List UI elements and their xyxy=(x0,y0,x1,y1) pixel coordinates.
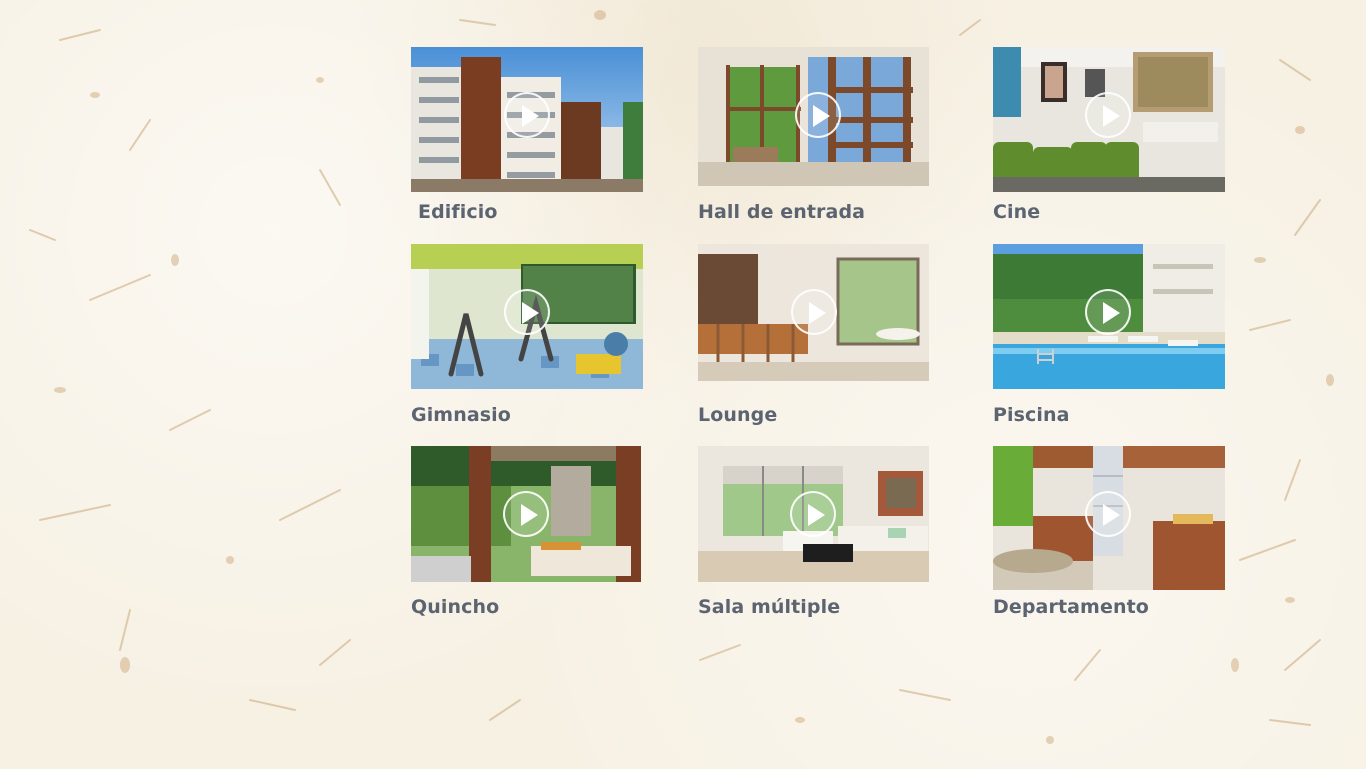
caption-edificio: Edificio xyxy=(418,201,498,223)
play-icon[interactable] xyxy=(504,289,550,335)
play-icon[interactable] xyxy=(1085,92,1131,138)
video-tile-lounge[interactable]: Lounge xyxy=(698,244,930,426)
play-icon[interactable] xyxy=(503,491,549,537)
play-icon[interactable] xyxy=(504,92,550,138)
caption-departamento: Departamento xyxy=(993,596,1149,618)
thumbnail-sala-multiple[interactable] xyxy=(698,446,929,582)
video-tile-quincho[interactable]: Quincho xyxy=(411,446,643,626)
caption-cine: Cine xyxy=(993,201,1041,223)
video-tile-hall-de-entrada[interactable]: Hall de entrada xyxy=(698,47,930,227)
caption-hall-de-entrada: Hall de entrada xyxy=(698,201,866,223)
play-icon[interactable] xyxy=(795,92,841,138)
video-tile-sala-multiple[interactable]: Sala múltiple xyxy=(698,446,930,626)
video-tile-piscina[interactable]: Piscina xyxy=(993,244,1225,426)
thumbnail-quincho[interactable] xyxy=(411,446,641,582)
caption-sala-multiple: Sala múltiple xyxy=(698,596,841,618)
play-icon[interactable] xyxy=(791,289,837,335)
caption-lounge: Lounge xyxy=(698,404,778,426)
play-icon[interactable] xyxy=(1085,289,1131,335)
play-icon[interactable] xyxy=(1085,491,1131,537)
video-tile-gimnasio[interactable]: Gimnasio xyxy=(411,244,643,426)
thumbnail-lounge[interactable] xyxy=(698,244,929,381)
caption-quincho: Quincho xyxy=(411,596,500,618)
thumbnail-gimnasio[interactable] xyxy=(411,244,643,389)
caption-gimnasio: Gimnasio xyxy=(411,404,511,426)
thumbnail-hall-de-entrada[interactable] xyxy=(698,47,929,186)
video-tile-edificio[interactable]: Edificio xyxy=(411,47,643,227)
video-tile-cine[interactable]: Cine xyxy=(993,47,1225,227)
caption-piscina: Piscina xyxy=(993,404,1070,426)
thumbnail-edificio[interactable] xyxy=(411,47,643,192)
thumbnail-departamento[interactable] xyxy=(993,446,1225,590)
thumbnail-piscina[interactable] xyxy=(993,244,1225,389)
video-tile-departamento[interactable]: Departamento xyxy=(993,446,1225,626)
play-icon[interactable] xyxy=(790,491,836,537)
thumbnail-cine[interactable] xyxy=(993,47,1225,192)
